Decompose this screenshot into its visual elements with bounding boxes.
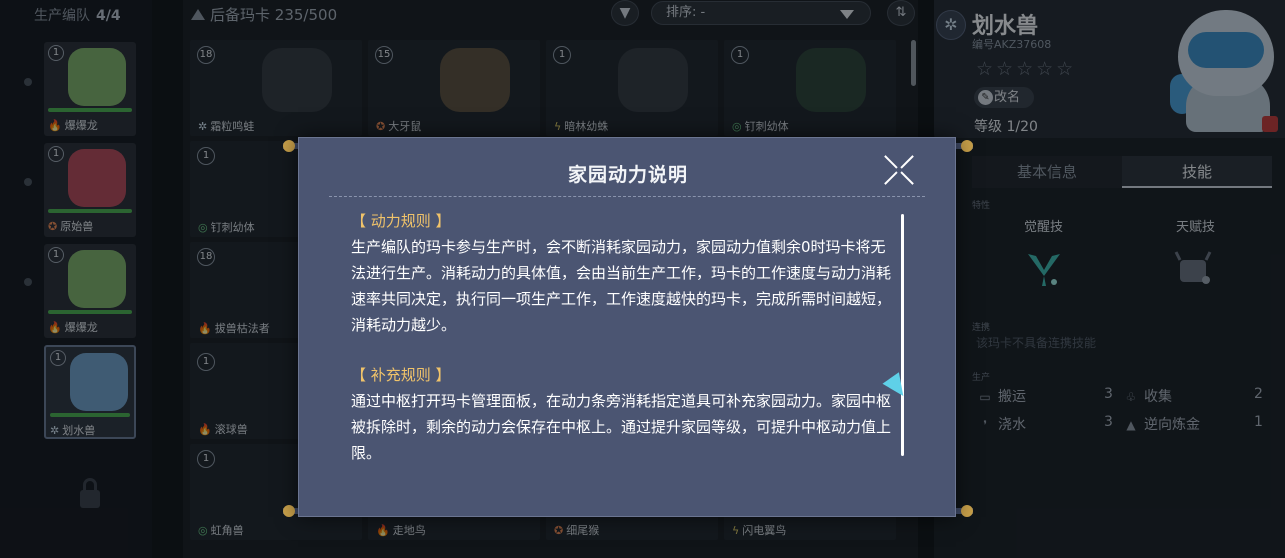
- dialog-body: 【 动力规则 】 生产编队的玛卡参与生产时，会不断消耗家园动力，家园动力值剩余0…: [351, 208, 891, 490]
- dialog-scrollbar[interactable]: [901, 214, 904, 456]
- close-icon[interactable]: [881, 152, 917, 188]
- dialog-title: 家园动力说明: [567, 164, 688, 186]
- section-heading: 【 动力规则 】: [351, 212, 451, 230]
- section-text: 生产编队的玛卡参与生产时，会不断消耗家园动力，家园动力值剩余0时玛卡将无法进行生…: [351, 238, 892, 334]
- rule-section: 【 动力规则 】 生产编队的玛卡参与生产时，会不断消耗家园动力，家园动力值剩余0…: [351, 208, 891, 338]
- power-info-dialog: 家园动力说明 【 动力规则 】 生产编队的玛卡参与生产时，会不断消耗家园动力，家…: [298, 137, 956, 517]
- title-divider: [329, 196, 925, 197]
- section-heading: 【 补充规则 】: [351, 366, 451, 384]
- rule-section: 【 补充规则 】 通过中枢打开玛卡管理面板，在动力条旁消耗指定道具可补充家园动力…: [351, 362, 891, 466]
- section-text: 通过中枢打开玛卡管理面板，在动力条旁消耗指定道具可补充家园动力。家园中枢被拆除时…: [351, 392, 892, 462]
